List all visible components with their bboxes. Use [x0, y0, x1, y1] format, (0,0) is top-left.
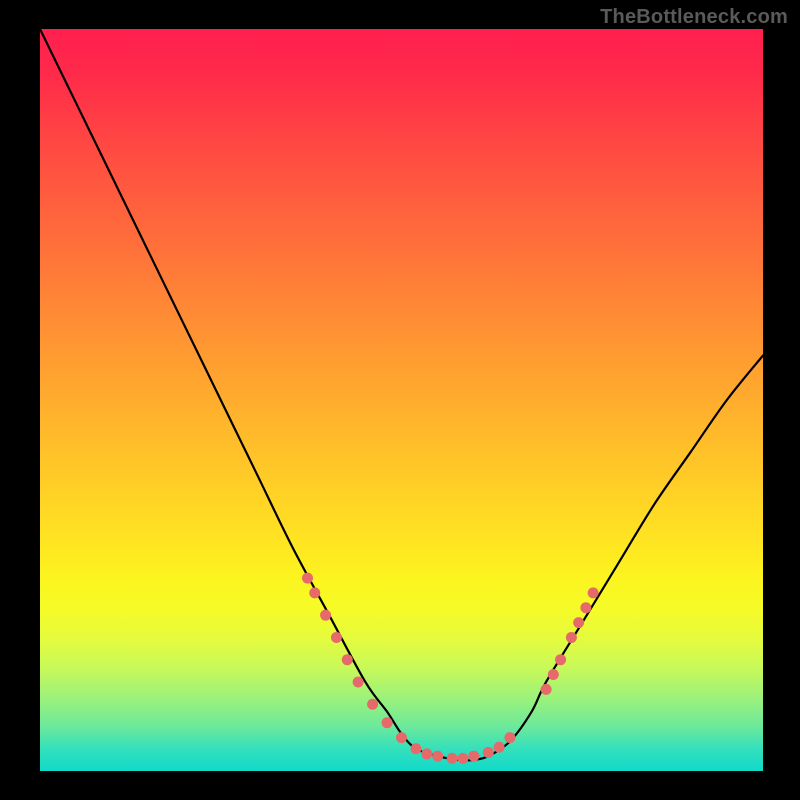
curve-marker	[548, 669, 559, 680]
curve-marker	[342, 654, 353, 665]
curve-marker	[494, 742, 505, 753]
curve-marker	[309, 587, 320, 598]
curve-marker	[541, 684, 552, 695]
curve-marker	[504, 732, 515, 743]
plot-area	[40, 29, 763, 771]
curve-marker	[566, 632, 577, 643]
watermark-text: TheBottleneck.com	[600, 6, 788, 29]
curve-marker	[432, 751, 443, 762]
curve-marker	[320, 610, 331, 621]
curve-marker	[367, 699, 378, 710]
curve-svg	[40, 29, 763, 771]
curve-marker	[421, 748, 432, 759]
curve-marker	[353, 676, 364, 687]
curve-marker	[580, 602, 591, 613]
curve-marker	[331, 632, 342, 643]
curve-marker	[382, 717, 393, 728]
chart-frame: TheBottleneck.com	[0, 0, 800, 800]
curve-marker	[573, 617, 584, 628]
bottleneck-curve	[40, 29, 763, 760]
curve-marker	[555, 654, 566, 665]
curve-marker	[410, 743, 421, 754]
curve-marker	[588, 587, 599, 598]
curve-marker	[483, 747, 494, 758]
curve-marker	[447, 753, 458, 764]
curve-marker	[396, 732, 407, 743]
curve-marker	[302, 573, 313, 584]
curve-marker	[457, 753, 468, 764]
curve-marker	[468, 751, 479, 762]
